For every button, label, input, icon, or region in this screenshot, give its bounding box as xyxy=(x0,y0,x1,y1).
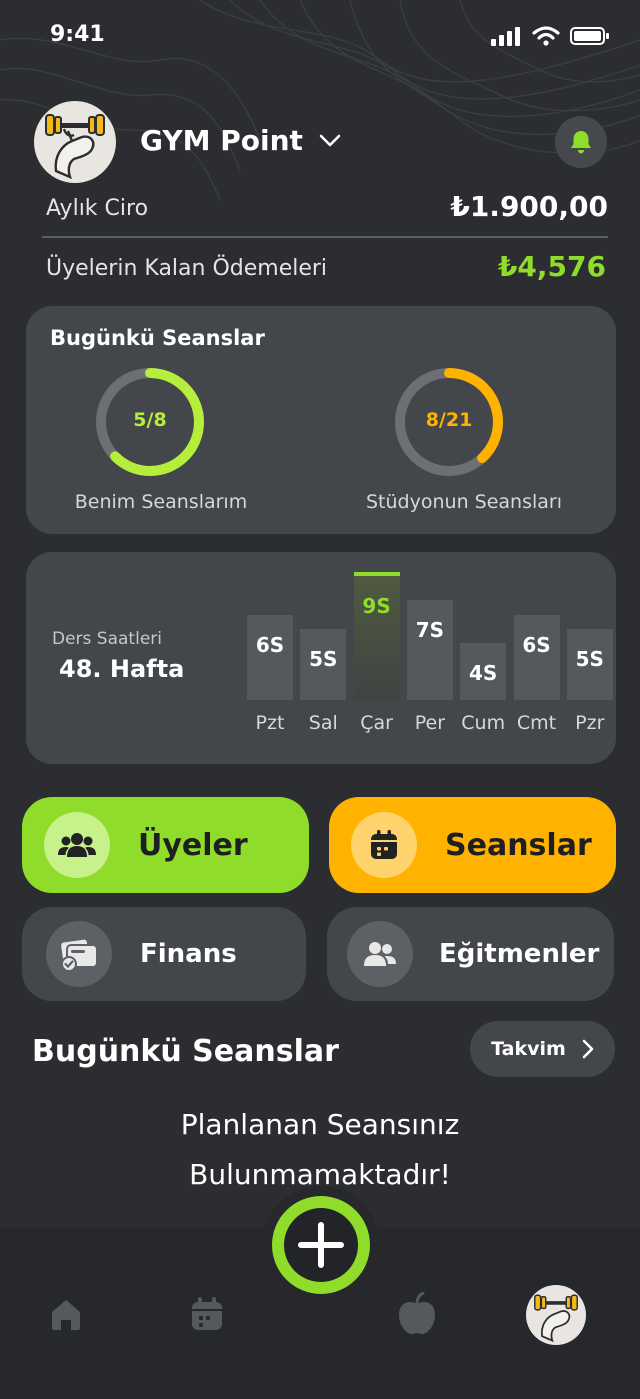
hours-bar-çar[interactable]: 9S xyxy=(353,572,400,700)
lesson-hours-subtitle: Ders Saatleri xyxy=(52,629,162,649)
trainers-icon-circle xyxy=(347,921,413,987)
today-sessions-card: Bugünkü Seanslar 5/8 Benim Seanslarım 8/… xyxy=(26,306,616,534)
hours-bar-pzr[interactable]: 5S xyxy=(566,628,613,700)
hours-bar-value: 9S xyxy=(362,594,391,618)
chevron-down-icon xyxy=(319,134,341,146)
chevron-right-icon xyxy=(582,1039,594,1059)
day-label: Pzr xyxy=(575,712,605,734)
lesson-hours-card: Ders Saatleri 48. Hafta 6S Pzt 5S Sal 9S Çar 7… xyxy=(26,552,616,764)
add-button-inner xyxy=(284,1208,358,1282)
notifications-button[interactable] xyxy=(555,116,607,168)
remaining-payments-label: Üyelerin Kalan Ödemeleri xyxy=(46,256,328,281)
hours-bar-cmt[interactable]: 6S xyxy=(513,614,560,700)
gym-name: GYM Point xyxy=(140,124,303,157)
calendar-nav-icon[interactable] xyxy=(190,1296,224,1332)
battery-icon xyxy=(570,27,609,45)
day-label: Cmt xyxy=(516,712,557,734)
apple-icon[interactable] xyxy=(396,1292,438,1336)
hours-bar-value: 4S xyxy=(469,661,498,686)
dumbbell-arm-icon xyxy=(534,1294,578,1343)
studio-sessions-label: Stüdyonun Seansları xyxy=(366,491,562,513)
finance-icon-circle xyxy=(46,921,112,987)
day-label: Çar xyxy=(360,712,393,734)
monthly-revenue-label: Aylık Ciro xyxy=(46,196,149,221)
monthly-revenue-value: ₺1.900,00 xyxy=(450,190,608,223)
hours-bar-cum[interactable]: 4S xyxy=(460,643,507,700)
sessions-icon-circle xyxy=(351,812,417,878)
calendar-button[interactable]: Takvim xyxy=(470,1021,615,1077)
day-label: Pzt xyxy=(255,712,285,734)
hours-bar-value: 6S xyxy=(522,632,551,657)
hours-bar-value: 5S xyxy=(309,646,338,671)
plus-icon xyxy=(298,1222,344,1268)
calendar-button-label: Takvim xyxy=(491,1038,566,1060)
remaining-payments-value: ₺4,576 xyxy=(497,250,606,283)
hours-bar-pzt[interactable]: 6S xyxy=(247,614,293,700)
trainers-button[interactable]: Eğitmenler xyxy=(327,907,614,1001)
gym-logo-avatar[interactable] xyxy=(34,101,116,183)
trainers-label: Eğitmenler xyxy=(439,939,600,969)
hours-bar-value: 5S xyxy=(575,646,604,671)
home-icon[interactable] xyxy=(48,1296,84,1332)
divider xyxy=(42,236,608,238)
profile-avatar[interactable] xyxy=(526,1285,586,1345)
status-icons xyxy=(490,26,610,46)
members-label: Üyeler xyxy=(138,827,248,863)
sessions-label: Seanslar xyxy=(445,827,592,863)
calendar-icon xyxy=(371,830,397,859)
dumbbell-arm-icon xyxy=(45,114,105,180)
week-number: 48. Hafta xyxy=(59,655,185,683)
today-sessions-title: Bugünkü Seanslar xyxy=(50,326,265,350)
sessions-button[interactable]: Seanslar xyxy=(329,797,616,893)
hours-bar-value: 7S xyxy=(415,618,445,643)
status-time: 9:41 xyxy=(50,22,105,47)
hours-bar-per[interactable]: 7S xyxy=(406,600,453,700)
empty-sessions-message: Planlanan Seansınız Bulunmamaktadır! xyxy=(0,1100,640,1200)
gym-selector[interactable]: GYM Point xyxy=(140,124,341,157)
day-label: Per xyxy=(414,712,446,734)
bell-icon xyxy=(571,131,591,154)
studio-sessions-count: 8/21 xyxy=(425,409,473,431)
hours-bar-value: 6S xyxy=(255,632,285,657)
wifi-icon xyxy=(532,26,560,46)
day-label: Sal xyxy=(308,712,338,734)
hours-bar-sal[interactable]: 5S xyxy=(300,628,347,700)
empty-message-line-1: Planlanan Seansınız xyxy=(180,1108,460,1141)
day-label: Cum xyxy=(461,712,506,734)
wallet-check-icon xyxy=(61,939,98,971)
signal-icon xyxy=(491,27,520,46)
add-button[interactable] xyxy=(272,1196,370,1294)
finance-label: Finans xyxy=(140,939,237,969)
my-sessions-count: 5/8 xyxy=(133,409,167,431)
members-icon-circle xyxy=(44,812,110,878)
users-icon xyxy=(364,942,396,966)
users-group-icon xyxy=(58,833,96,857)
today-sessions-heading: Bugünkü Seanslar xyxy=(32,1034,339,1069)
members-button[interactable]: Üyeler xyxy=(22,797,309,893)
finance-button[interactable]: Finans xyxy=(22,907,306,1001)
my-sessions-label: Benim Seanslarım xyxy=(74,491,248,513)
